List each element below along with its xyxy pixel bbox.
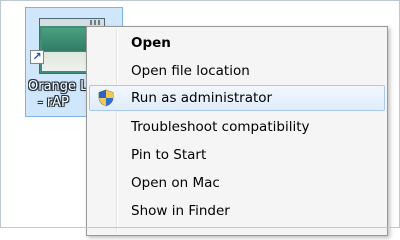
- desktop: ↗ Orange L - rAP Open Open file location…: [0, 0, 400, 236]
- uac-shield-icon: [98, 89, 114, 107]
- menu-item-open-on-mac[interactable]: Open on Mac: [89, 170, 385, 196]
- menu-item-open[interactable]: Open: [89, 30, 385, 56]
- thumbnail-window-controls: [90, 20, 102, 25]
- menu-item-label: Troubleshoot compatibility: [131, 119, 310, 135]
- menu-item-open-file-location[interactable]: Open file location: [89, 58, 385, 84]
- menu-item-pin-to-start[interactable]: Pin to Start: [89, 142, 385, 168]
- menu-item-label: Open: [131, 35, 171, 51]
- menu-item-troubleshoot-compatibility[interactable]: Troubleshoot compatibility: [89, 114, 385, 140]
- menu-item-label: Show in Finder: [131, 203, 230, 219]
- menu-item-label: Run as administrator: [131, 90, 273, 106]
- menu-item-label: Pin to Start: [131, 147, 207, 163]
- context-menu: Open Open file location Run as administr…: [86, 26, 388, 236]
- menu-item-show-in-finder[interactable]: Show in Finder: [89, 198, 385, 224]
- thumbnail-titlebar: [40, 19, 104, 26]
- menu-item-label: Open file location: [131, 63, 250, 79]
- menu-item-run-as-administrator[interactable]: Run as administrator: [89, 85, 385, 111]
- menu-item-label: Open on Mac: [131, 175, 220, 191]
- shortcut-arrow-icon: ↗: [30, 50, 44, 64]
